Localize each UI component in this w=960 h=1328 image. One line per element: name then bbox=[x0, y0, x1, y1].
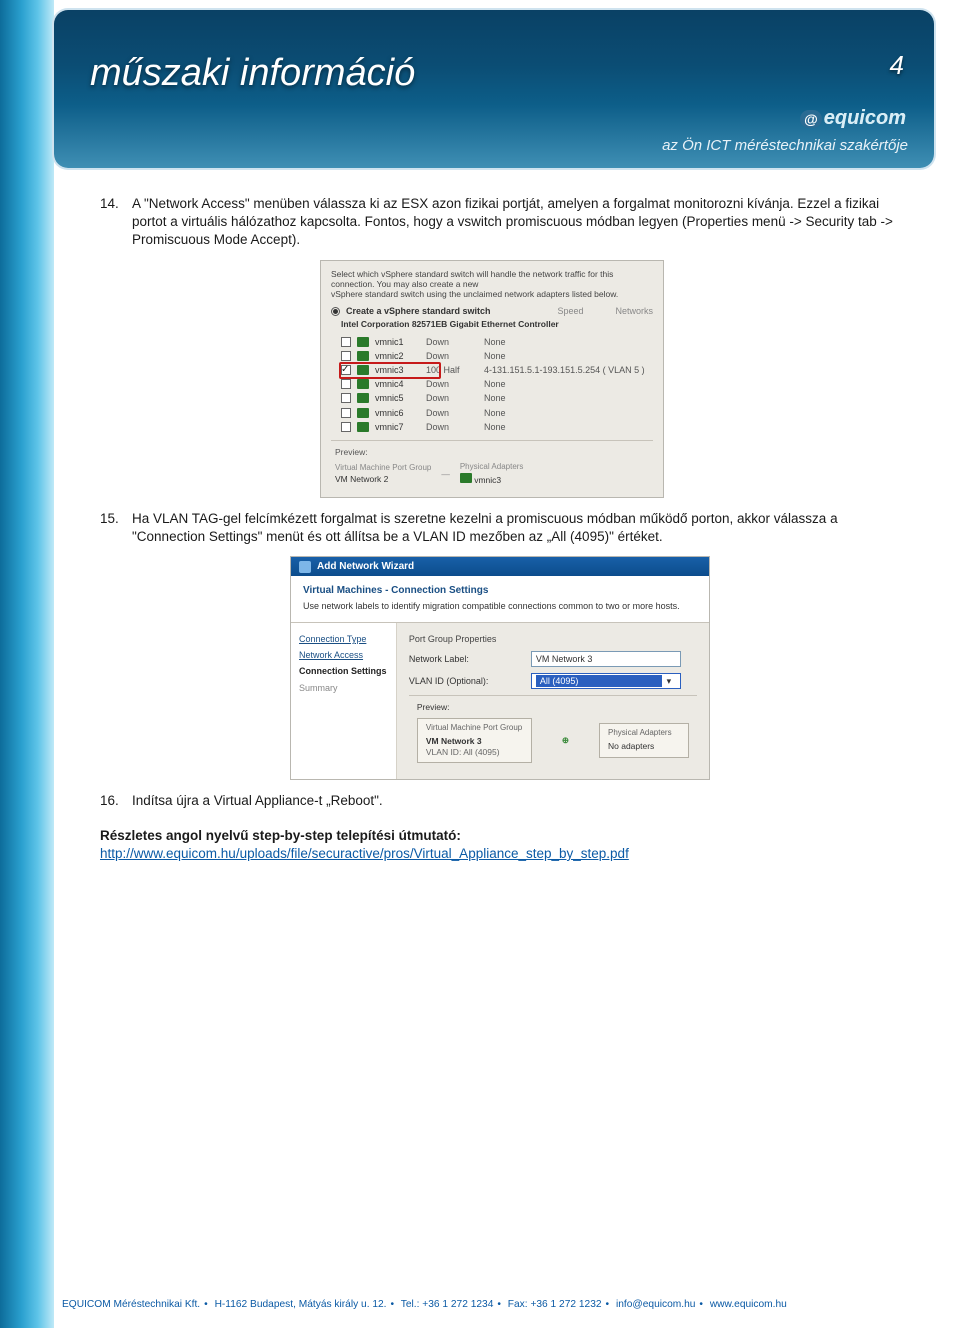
vlan-id-label: VLAN ID (Optional): bbox=[409, 675, 519, 687]
nic-icon bbox=[357, 422, 369, 432]
wizard-subheading: Use network labels to identify migration… bbox=[303, 600, 697, 612]
logo-text: equicom bbox=[824, 107, 906, 130]
side-summary: Summary bbox=[299, 682, 388, 694]
page-number: 4 bbox=[890, 50, 904, 81]
banner-title: műszaki információ bbox=[90, 52, 415, 95]
screenshot-add-network-wizard: Add Network Wizard Virtual Machines - Co… bbox=[290, 556, 710, 780]
link-icon: ⊕ bbox=[562, 735, 569, 745]
step-15: 15. Ha VLAN TAG-gel felcímkézett forgalm… bbox=[100, 510, 900, 546]
sb1-preview: Preview: Virtual Machine Port Group VM N… bbox=[331, 440, 653, 487]
page-footer: EQUICOM Méréstechnikai Kft.• H-1162 Buda… bbox=[62, 1299, 942, 1310]
nic-icon bbox=[357, 408, 369, 418]
vlan-id-select[interactable]: All (4095) ▾ bbox=[531, 673, 681, 689]
logo-at-icon: @ bbox=[800, 110, 822, 128]
nic-icon bbox=[357, 393, 369, 403]
wizard-preview: Preview: Virtual Machine Port Group VM N… bbox=[409, 695, 697, 769]
side-network-access[interactable]: Network Access bbox=[299, 649, 388, 661]
wizard-sidebar: Connection Type Network Access Connectio… bbox=[291, 623, 397, 779]
checkbox-checked-icon[interactable] bbox=[341, 365, 351, 375]
screenshot-vswitch-select: Select which vSphere standard switch wil… bbox=[320, 260, 664, 498]
nic-row-6[interactable]: vmnic6 Down None bbox=[341, 406, 653, 420]
step-14: 14. A "Network Access" menüben válassza … bbox=[100, 195, 900, 250]
nic-icon bbox=[460, 473, 472, 483]
conclusion-heading: Részletes angol nyelvű step-by-step tele… bbox=[100, 827, 900, 845]
checkbox-icon[interactable] bbox=[341, 379, 351, 389]
header-banner: műszaki információ 4 @ equicom az Ön ICT… bbox=[54, 10, 934, 168]
checkbox-icon[interactable] bbox=[341, 422, 351, 432]
network-label-label: Network Label: bbox=[409, 653, 519, 665]
chevron-down-icon[interactable]: ▾ bbox=[662, 675, 676, 687]
sb1-description: Select which vSphere standard switch wil… bbox=[331, 269, 653, 300]
nic-icon bbox=[357, 365, 369, 375]
checkbox-icon[interactable] bbox=[341, 408, 351, 418]
port-group-properties: Port Group Properties bbox=[409, 633, 697, 645]
checkbox-icon[interactable] bbox=[341, 351, 351, 361]
nic-row-1[interactable]: vmnic1 Down None bbox=[341, 335, 653, 349]
create-switch-label: Create a vSphere standard switch bbox=[346, 305, 491, 317]
wizard-main: Port Group Properties Network Label: VM … bbox=[397, 623, 709, 779]
nic-row-7[interactable]: vmnic7 Down None bbox=[341, 420, 653, 434]
wizard-titlebar: Add Network Wizard bbox=[291, 557, 709, 577]
nic-icon bbox=[357, 337, 369, 347]
guide-link[interactable]: http://www.equicom.hu/uploads/file/secur… bbox=[100, 846, 629, 861]
nic-row-2[interactable]: vmnic2 Down None bbox=[341, 349, 653, 363]
step-16-number: 16. bbox=[100, 792, 132, 810]
checkbox-icon[interactable] bbox=[341, 393, 351, 403]
step-16-text: Indítsa újra a Virtual Appliance-t „Rebo… bbox=[132, 792, 900, 810]
step-15-number: 15. bbox=[100, 510, 132, 546]
checkbox-icon[interactable] bbox=[341, 337, 351, 347]
step-15-text: Ha VLAN TAG-gel felcímkézett forgalmat i… bbox=[132, 510, 900, 546]
nic-icon bbox=[357, 379, 369, 389]
nic-row-4[interactable]: vmnic4 Down None bbox=[341, 377, 653, 391]
network-label-input[interactable]: VM Network 3 bbox=[531, 651, 681, 667]
controller-name: Intel Corporation 82571EB Gigabit Ethern… bbox=[341, 319, 653, 330]
banner-subtitle: az Ön ICT méréstechnikai szakértője bbox=[662, 137, 908, 154]
equicom-logo: @ equicom bbox=[800, 107, 906, 130]
radio-selected-icon bbox=[331, 307, 340, 316]
step-16: 16. Indítsa újra a Virtual Appliance-t „… bbox=[100, 792, 900, 810]
document-body: 14. A "Network Access" menüben válassza … bbox=[100, 195, 900, 863]
nic-row-5[interactable]: vmnic5 Down None bbox=[341, 391, 653, 405]
step-14-text: A "Network Access" menüben válassza ki a… bbox=[132, 195, 900, 250]
wizard-icon bbox=[299, 561, 311, 573]
side-connection-type[interactable]: Connection Type bbox=[299, 633, 388, 645]
side-connection-settings[interactable]: Connection Settings bbox=[299, 665, 388, 677]
preview-label: Preview: bbox=[335, 447, 649, 458]
wizard-heading: Virtual Machines - Connection Settings bbox=[303, 584, 697, 598]
create-switch-radio[interactable]: Create a vSphere standard switch Speed N… bbox=[331, 305, 653, 317]
step-14-number: 14. bbox=[100, 195, 132, 250]
conclusion-block: Részletes angol nyelvű step-by-step tele… bbox=[100, 827, 900, 863]
nic-icon bbox=[357, 351, 369, 361]
nic-row-3-highlighted[interactable]: vmnic3 100 Half 4-131.151.5.1-193.151.5.… bbox=[341, 363, 653, 377]
page-side-gradient bbox=[0, 0, 54, 1328]
